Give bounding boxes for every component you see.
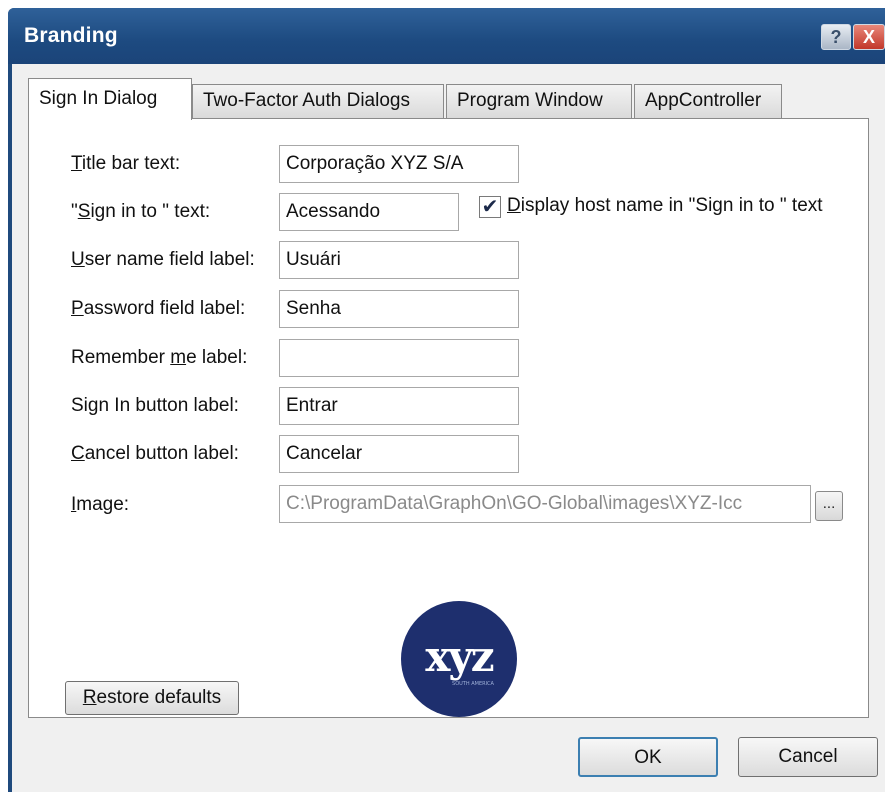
password-field-input[interactable]: Senha <box>279 290 519 328</box>
tab-two-factor-auth-dialogs[interactable]: Two-Factor Auth Dialogs <box>192 84 444 118</box>
display-host-name-label[interactable]: Display host name in "Sign in to " text <box>507 195 823 217</box>
remember-me-label: Remember me label: <box>71 347 248 368</box>
help-icon: ? <box>830 26 842 47</box>
svg-text:SOUTH AMERICA: SOUTH AMERICA <box>452 681 495 687</box>
sign-in-to-text-input[interactable]: Acessando <box>279 193 459 231</box>
cancel-button-label: Cancel button label: <box>71 443 239 464</box>
restore-defaults-button[interactable]: Restore defaults <box>65 681 239 715</box>
tab-sign-in-dialog[interactable]: Sign In Dialog <box>28 78 192 120</box>
branding-window: Branding ? X Sign In Dialog Two-Factor A… <box>8 8 885 792</box>
sign-in-dialog-panel: Title bar text: Corporação XYZ S/A "Sign… <box>28 118 869 718</box>
help-button[interactable]: ? <box>821 24 851 50</box>
title-bar-text-input[interactable]: Corporação XYZ S/A <box>279 145 519 183</box>
tab-program-window[interactable]: Program Window <box>446 84 632 118</box>
remember-me-input[interactable] <box>279 339 519 377</box>
sign-in-to-text-label: "Sign in to " text: <box>71 201 211 222</box>
cancel-button[interactable]: Cancel <box>738 737 878 777</box>
close-button[interactable]: X <box>853 24 885 50</box>
browse-button[interactable]: ... <box>815 491 843 521</box>
close-icon: X <box>862 26 875 47</box>
ok-button[interactable]: OK <box>578 737 718 777</box>
user-name-field-input[interactable]: Usuári <box>279 241 519 279</box>
sign-in-button-input[interactable]: Entrar <box>279 387 519 425</box>
image-path-input[interactable]: C:\ProgramData\GraphOn\GO-Global\images\… <box>279 485 811 523</box>
title-bar: Branding ? X <box>8 8 885 64</box>
password-field-label: Password field label: <box>71 298 246 319</box>
image-label: Image: <box>71 494 130 515</box>
checkmark-icon: ✔ <box>481 196 499 218</box>
xyz-logo: xyz SOUTH AMERICA <box>401 601 517 717</box>
window-title: Branding <box>24 24 118 47</box>
sign-in-button-label: Sign In button label: <box>71 395 239 416</box>
svg-text:xyz: xyz <box>425 632 493 681</box>
cancel-button-input[interactable]: Cancelar <box>279 435 519 473</box>
user-name-field-label: User name field label: <box>71 249 255 270</box>
tab-appcontroller[interactable]: AppController <box>634 84 782 118</box>
display-host-name-checkbox[interactable]: ✔ <box>479 196 501 218</box>
title-bar-text-label: Title bar text: <box>71 153 181 174</box>
dialog-client-area: Sign In Dialog Two-Factor Auth Dialogs P… <box>12 64 885 792</box>
